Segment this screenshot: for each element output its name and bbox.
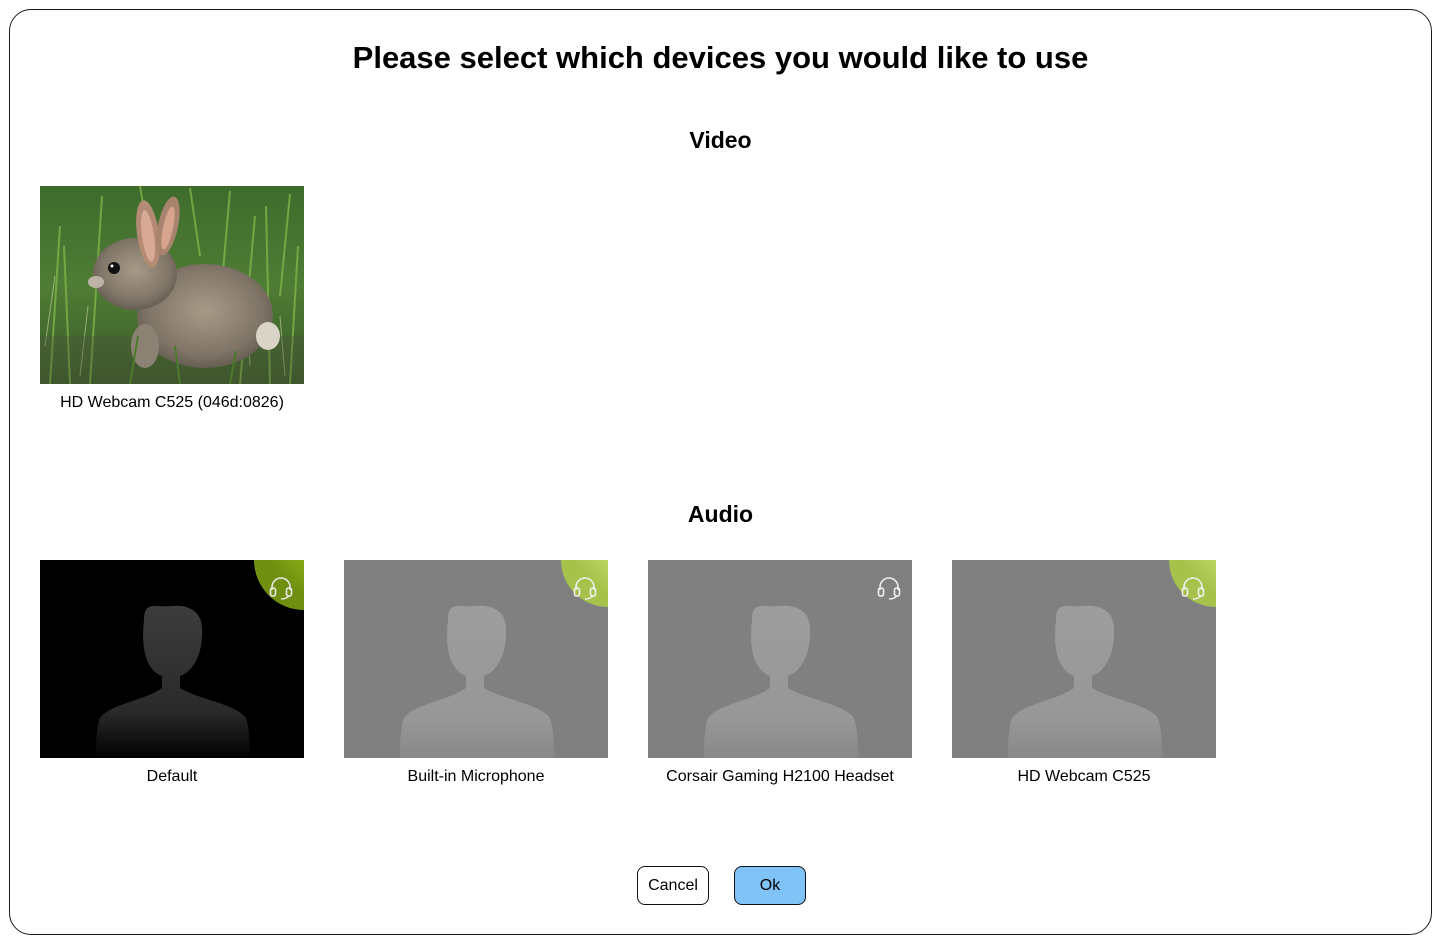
audio-section-heading: Audio — [687, 501, 754, 527]
audio-device-tile-builtin-microphone[interactable]: Built-in Microphone — [344, 560, 608, 786]
headset-icon — [269, 577, 293, 600]
dialog-title: Please select which devices you would li… — [352, 40, 1089, 75]
audio-device-tile-corsair-headset[interactable]: Corsair Gaming H2100 Headset — [648, 560, 912, 786]
audio-device-tile-default[interactable]: Default — [40, 560, 304, 786]
device-selection-dialog: Please select which devices you would li… — [9, 9, 1432, 935]
headset-icon — [573, 577, 597, 600]
audio-device-thumbnail — [344, 560, 608, 758]
audio-device-label: HD Webcam C525 — [1017, 768, 1151, 785]
video-device-tile[interactable]: HD Webcam C525 (046d:0826) — [40, 186, 304, 412]
audio-device-thumbnail — [648, 560, 912, 758]
audio-device-thumbnail — [40, 560, 304, 758]
audio-device-label: Built-in Microphone — [407, 768, 545, 785]
camera-preview-image — [40, 186, 304, 384]
audio-device-label: Corsair Gaming H2100 Headset — [666, 768, 894, 785]
video-section-heading: Video — [689, 127, 752, 153]
audio-device-thumbnail — [952, 560, 1216, 758]
ok-button[interactable]: Ok — [734, 866, 806, 905]
audio-device-label: Default — [146, 768, 198, 785]
headset-icon — [877, 577, 901, 600]
audio-device-tile-hd-webcam[interactable]: HD Webcam C525 — [952, 560, 1216, 786]
video-device-label: HD Webcam C525 (046d:0826) — [60, 394, 284, 411]
cancel-button[interactable]: Cancel — [637, 866, 709, 905]
headset-icon — [1181, 577, 1205, 600]
